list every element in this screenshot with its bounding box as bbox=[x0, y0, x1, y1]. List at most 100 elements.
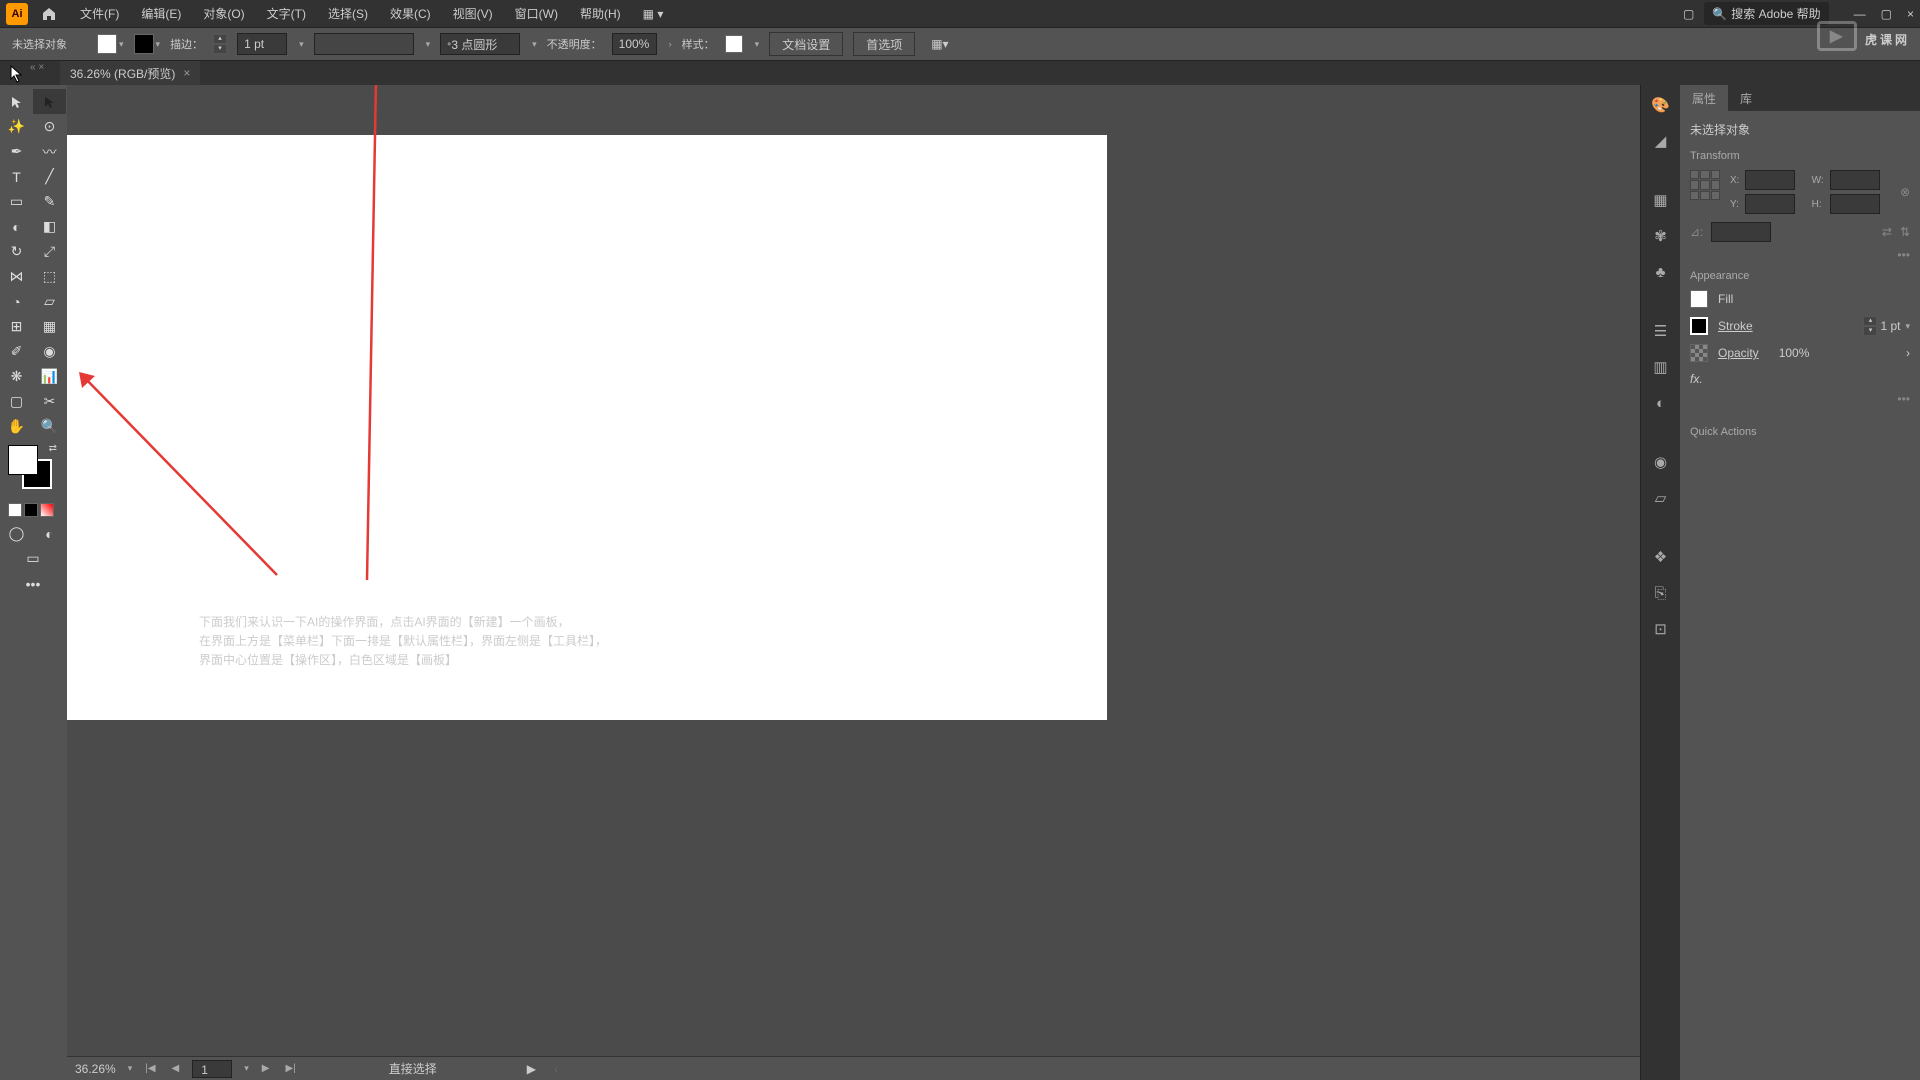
stroke-panel-icon[interactable]: ☰ bbox=[1647, 317, 1675, 345]
color-guide-icon[interactable]: ◢ bbox=[1647, 127, 1675, 155]
width-tool[interactable]: ⋈ bbox=[0, 264, 33, 289]
layers-panel-icon[interactable]: ❖ bbox=[1647, 543, 1675, 571]
direct-selection-tool[interactable] bbox=[33, 89, 66, 114]
tab-close-icon[interactable]: × bbox=[183, 66, 190, 80]
chevron-down-icon[interactable]: ▾ bbox=[426, 39, 431, 50]
menu-window[interactable]: 窗口(W) bbox=[505, 1, 568, 26]
chevron-down-icon[interactable]: ▾ bbox=[532, 39, 537, 50]
color-panel-icon[interactable]: 🎨 bbox=[1647, 91, 1675, 119]
screen-mode[interactable]: ▭ bbox=[0, 546, 66, 571]
canvas-area[interactable]: 下面我们来认识一下AI的操作界面，点击AI界面的【新建】一个画板， 在界面上方是… bbox=[67, 85, 1640, 1080]
foreground-color[interactable] bbox=[8, 445, 38, 475]
gradient-panel-icon[interactable]: ▥ bbox=[1647, 353, 1675, 381]
mesh-tool[interactable]: ⊞ bbox=[0, 314, 33, 339]
maximize-icon[interactable]: ▢ bbox=[1881, 7, 1892, 21]
chevron-down-icon[interactable]: ▾ bbox=[119, 39, 124, 50]
selection-tool[interactable] bbox=[0, 89, 33, 114]
align-icon[interactable]: ▦▾ bbox=[931, 37, 948, 51]
y-input[interactable] bbox=[1745, 194, 1795, 214]
link-wh-icon[interactable]: ⊗ bbox=[1900, 185, 1910, 199]
fill-color-swatch[interactable] bbox=[1690, 290, 1708, 308]
chevron-right-icon[interactable]: › bbox=[1906, 346, 1910, 360]
panel-more-icon[interactable]: ••• bbox=[1690, 248, 1910, 262]
menu-select[interactable]: 选择(S) bbox=[318, 1, 378, 26]
eraser-tool[interactable]: ◧ bbox=[33, 214, 66, 239]
scale-tool[interactable]: ⤢ bbox=[33, 239, 66, 264]
brushes-panel-icon[interactable]: ✾ bbox=[1647, 222, 1675, 250]
flip-v-icon[interactable]: ⇅ bbox=[1900, 225, 1910, 239]
preferences-button[interactable]: 首选项 bbox=[853, 32, 915, 56]
workspace-icon[interactable]: ▢ bbox=[1683, 7, 1694, 21]
free-transform-tool[interactable]: ⬚ bbox=[33, 264, 66, 289]
chevron-down-icon[interactable]: ▾ bbox=[755, 39, 760, 50]
shape-builder-tool[interactable]: ◔ bbox=[0, 289, 33, 314]
chevron-down-icon[interactable]: ▾ bbox=[244, 1063, 249, 1074]
menu-view[interactable]: 视图(V) bbox=[443, 1, 503, 26]
none-mode-swatch[interactable] bbox=[40, 503, 54, 517]
menu-help[interactable]: 帮助(H) bbox=[570, 1, 631, 26]
artboard-tool[interactable]: ▢ bbox=[0, 389, 33, 414]
draw-mode-normal[interactable]: ◯ bbox=[0, 521, 33, 546]
curvature-tool[interactable]: 〰 bbox=[33, 139, 66, 164]
tab-libraries[interactable]: 库 bbox=[1728, 85, 1764, 111]
fx-button[interactable]: fx. bbox=[1690, 372, 1910, 386]
opacity-link[interactable]: Opacity bbox=[1718, 346, 1759, 360]
menu-file[interactable]: 文件(F) bbox=[70, 1, 129, 26]
chevron-right-icon[interactable]: › bbox=[669, 39, 672, 49]
stroke-weight-input[interactable]: 1 pt bbox=[237, 33, 287, 55]
varwidth-dropdown[interactable] bbox=[314, 33, 414, 55]
rotation-input[interactable] bbox=[1711, 222, 1771, 242]
gradient-tool[interactable]: ▦ bbox=[33, 314, 66, 339]
close-icon[interactable]: × bbox=[1907, 7, 1914, 21]
flip-h-icon[interactable]: ⇄ bbox=[1882, 225, 1892, 239]
search-input[interactable]: 🔍 搜索 Adobe 帮助 bbox=[1704, 2, 1828, 25]
x-input[interactable] bbox=[1745, 170, 1795, 190]
symbols-panel-icon[interactable]: ♣ bbox=[1647, 258, 1675, 286]
graph-tool[interactable]: 📊 bbox=[33, 364, 66, 389]
shaper-tool[interactable]: ◐ bbox=[0, 214, 33, 239]
swap-colors-icon[interactable]: ⇄ bbox=[49, 443, 57, 454]
opacity-input[interactable]: 100% bbox=[612, 33, 657, 55]
appearance-panel-icon[interactable]: ◉ bbox=[1647, 448, 1675, 476]
stroke-stepper[interactable]: ▴▾ bbox=[1863, 316, 1877, 336]
perspective-tool[interactable]: ▱ bbox=[33, 289, 66, 314]
transparency-panel-icon[interactable]: ◐ bbox=[1647, 389, 1675, 417]
menu-object[interactable]: 对象(O) bbox=[193, 1, 254, 26]
swatches-panel-icon[interactable]: ▦ bbox=[1647, 186, 1675, 214]
menu-type[interactable]: 文字(T) bbox=[257, 1, 316, 26]
w-input[interactable] bbox=[1830, 170, 1880, 190]
play-icon[interactable]: ▶ bbox=[527, 1062, 536, 1076]
tab-properties[interactable]: 属性 bbox=[1680, 85, 1728, 111]
opacity-swatch[interactable] bbox=[1690, 344, 1708, 362]
line-tool[interactable]: ╱ bbox=[33, 164, 66, 189]
hand-tool[interactable]: ✋ bbox=[0, 414, 33, 439]
first-artboard-icon[interactable]: |◀ bbox=[142, 1063, 158, 1074]
gradient-mode-swatch[interactable] bbox=[24, 503, 38, 517]
doc-setup-button[interactable]: 文档设置 bbox=[769, 32, 843, 56]
panel-more-icon[interactable]: ••• bbox=[1690, 392, 1910, 406]
brush-dropdown[interactable]: • 3 点圆形 bbox=[440, 33, 520, 55]
color-mode-swatch[interactable] bbox=[8, 503, 22, 517]
color-picker[interactable]: ⇄ bbox=[0, 439, 67, 499]
asset-export-icon[interactable]: ⎘ bbox=[1647, 579, 1675, 607]
rotate-tool[interactable]: ↻ bbox=[0, 239, 33, 264]
graphic-styles-icon[interactable]: ▱ bbox=[1647, 484, 1675, 512]
menu-effect[interactable]: 效果(C) bbox=[380, 1, 441, 26]
document-tab[interactable]: 36.26% (RGB/预览) × bbox=[60, 61, 200, 86]
symbol-sprayer-tool[interactable]: ❋ bbox=[0, 364, 33, 389]
chevron-down-icon[interactable]: ▾ bbox=[156, 39, 161, 50]
magic-wand-tool[interactable]: ✨ bbox=[0, 114, 33, 139]
pen-tool[interactable]: ✒ bbox=[0, 139, 33, 164]
stroke-color-swatch[interactable] bbox=[1690, 317, 1708, 335]
home-icon[interactable] bbox=[38, 3, 60, 25]
last-artboard-icon[interactable]: ▶| bbox=[282, 1063, 298, 1074]
stroke-swatch[interactable] bbox=[134, 34, 154, 54]
rectangle-tool[interactable]: ▭ bbox=[0, 189, 33, 214]
eyedropper-tool[interactable]: ✐ bbox=[0, 339, 33, 364]
prev-artboard-icon[interactable]: ◀ bbox=[169, 1063, 183, 1074]
zoom-tool[interactable]: 🔍 bbox=[33, 414, 66, 439]
chevron-down-icon[interactable]: ▾ bbox=[299, 39, 304, 50]
reference-point-selector[interactable] bbox=[1690, 170, 1720, 200]
stroke-stepper[interactable]: ▴▾ bbox=[213, 34, 227, 54]
menu-edit[interactable]: 编辑(E) bbox=[131, 1, 191, 26]
